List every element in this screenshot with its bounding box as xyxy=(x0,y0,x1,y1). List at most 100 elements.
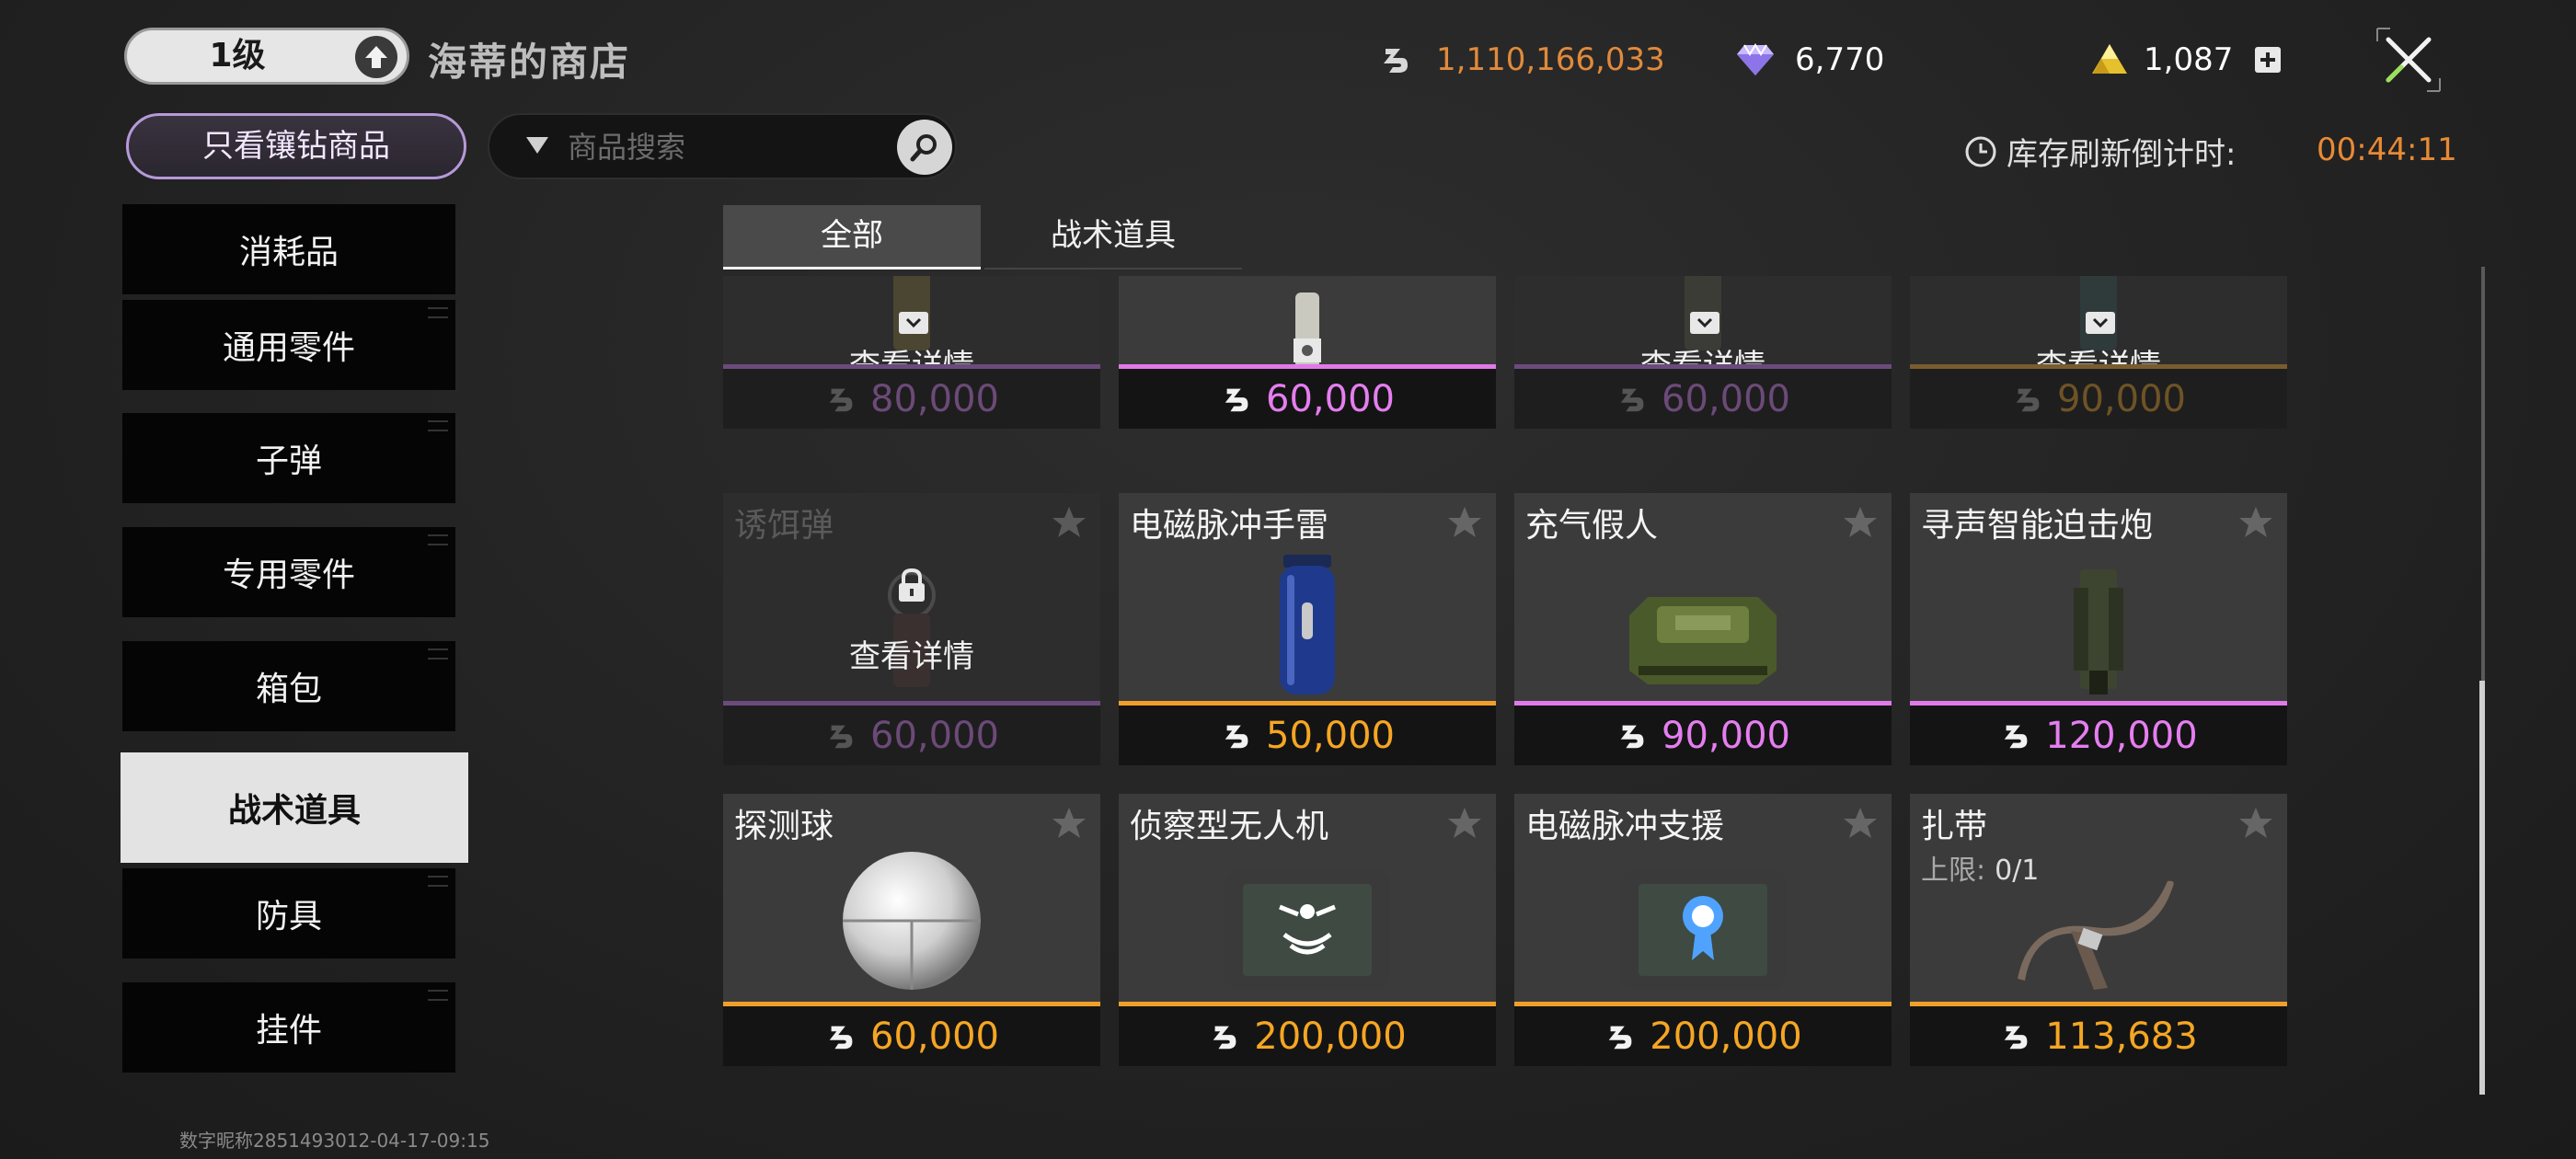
search-dropdown-icon[interactable] xyxy=(526,137,548,154)
view-details-label: 查看详情 xyxy=(849,638,974,675)
grip-icon xyxy=(428,420,448,431)
item-card[interactable]: 电磁脉冲支援 200,000 xyxy=(1514,794,1892,1066)
hafu-coin-icon xyxy=(1608,1026,1632,1049)
currency-hafu: 1,110,166,033 xyxy=(1375,39,1665,81)
item-price: 60,000 xyxy=(1662,377,1790,420)
item-name: 扎带 xyxy=(1921,808,1988,845)
price-row: 200,000 xyxy=(1514,1006,1892,1066)
item-image xyxy=(1119,849,1496,1011)
sidebar-item-label: 通用零件 xyxy=(222,329,355,367)
sidebar-item-label: 消耗品 xyxy=(238,234,339,271)
price-row: 50,000 xyxy=(1119,706,1496,765)
favorite-star-icon[interactable] xyxy=(1446,805,1483,845)
item-card[interactable]: 60,000 xyxy=(1119,276,1496,429)
grip-icon xyxy=(428,307,448,318)
watermark: 数字昵称2851493012-04-17-09:15 xyxy=(179,1130,490,1152)
item-image xyxy=(1514,557,1892,719)
item-name: 寻声智能迫击炮 xyxy=(1921,507,2154,545)
item-name: 充气假人 xyxy=(1525,507,1659,545)
hafu-coin-icon xyxy=(2016,388,2040,411)
price-row: 90,000 xyxy=(1910,369,2287,429)
close-button[interactable] xyxy=(2372,23,2445,97)
currency-triangle: 1,087 xyxy=(2088,39,2282,81)
item-price: 60,000 xyxy=(1266,377,1395,420)
sidebar-item-charms[interactable]: 挂件 xyxy=(122,982,455,1073)
item-card[interactable]: 充气假人 90,000 xyxy=(1514,493,1892,765)
item-card[interactable]: 查看详情 60,000 xyxy=(1514,276,1892,429)
sidebar-item-label: 箱包 xyxy=(255,671,322,708)
sidebar-item-bags[interactable]: 箱包 xyxy=(122,641,455,731)
hafu-coin-amount: 1,110,166,033 xyxy=(1436,41,1665,78)
favorite-star-icon[interactable] xyxy=(1842,504,1879,545)
refresh-time: 00:44:11 xyxy=(2317,132,2457,168)
hafu-coin-icon xyxy=(1225,388,1248,411)
item-image xyxy=(723,840,1100,1002)
sidebar-item-label: 子弹 xyxy=(255,442,322,480)
sidebar-item-special-parts[interactable]: 专用零件 xyxy=(122,527,455,617)
sidebar-item-armor[interactable]: 防具 xyxy=(122,868,455,958)
search-button[interactable] xyxy=(897,120,952,175)
only-diamond-filter-button[interactable]: 只看镶钻商品 xyxy=(126,113,466,179)
close-icon xyxy=(2376,28,2441,92)
sidebar-item-label: 挂件 xyxy=(255,1012,322,1050)
price-row: 120,000 xyxy=(1910,706,2287,765)
item-image xyxy=(1910,858,2287,1020)
item-price: 80,000 xyxy=(870,377,999,420)
hafu-coin-icon xyxy=(1620,388,1644,411)
price-row: 60,000 xyxy=(1119,369,1496,429)
price-row: 60,000 xyxy=(1514,369,1892,429)
item-card[interactable]: 探测球 60,000 xyxy=(723,794,1100,1066)
price-row: 60,000 xyxy=(723,706,1100,765)
item-card[interactable]: 电磁脉冲手雷 50,000 xyxy=(1119,493,1496,765)
tab-all[interactable]: 全部 xyxy=(723,205,981,270)
grip-icon xyxy=(428,648,448,660)
item-card[interactable]: 查看详情 80,000 xyxy=(723,276,1100,429)
price-row: 90,000 xyxy=(1514,706,1892,765)
price-row: 80,000 xyxy=(723,369,1100,429)
hafu-coin-icon xyxy=(1225,725,1248,748)
grip-icon xyxy=(428,876,448,887)
favorite-star-icon[interactable] xyxy=(1446,504,1483,545)
item-card[interactable]: 诱饵弹 查看详情 60,000 xyxy=(723,493,1100,765)
item-card[interactable]: 侦察型无人机 200,000 xyxy=(1119,794,1496,1066)
price-row: 200,000 xyxy=(1119,1006,1496,1066)
item-name: 侦察型无人机 xyxy=(1130,808,1329,845)
level-badge[interactable]: 1级 xyxy=(124,28,409,85)
sidebar-item-tactical[interactable]: 战术道具 xyxy=(121,752,468,863)
item-image xyxy=(1514,849,1892,1011)
scrollbar-thumb[interactable] xyxy=(2479,681,2485,1095)
search-box[interactable] xyxy=(488,113,957,179)
tab-tactical[interactable]: 战术道具 xyxy=(984,205,1242,270)
item-name: 电磁脉冲支援 xyxy=(1525,808,1725,845)
item-card[interactable]: 扎带 上限: 0/1 113,683 xyxy=(1910,794,2287,1066)
grip-icon xyxy=(428,990,448,1001)
shop-title: 海蒂的商店 xyxy=(428,40,631,85)
clock-icon xyxy=(1965,136,1996,166)
hafu-coin-icon xyxy=(2004,725,2028,748)
sidebar-item-ammo[interactable]: 子弹 xyxy=(122,413,455,503)
favorite-star-icon[interactable] xyxy=(1842,805,1879,845)
favorite-star-icon[interactable] xyxy=(2237,805,2274,845)
item-card[interactable]: 寻声智能迫击炮 120,000 xyxy=(1910,493,2287,765)
price-row: 113,683 xyxy=(1910,1006,2287,1066)
item-image xyxy=(1910,548,2287,710)
sidebar-item-general-parts[interactable]: 通用零件 xyxy=(122,300,455,390)
item-image xyxy=(1119,545,1496,706)
sidebar-item-label: 防具 xyxy=(255,898,322,935)
level-up-icon[interactable] xyxy=(355,36,397,78)
search-input[interactable] xyxy=(568,124,862,170)
currency-diamond: 6,770 xyxy=(1734,39,1884,81)
refresh-label: 库存刷新倒计时: xyxy=(2007,136,2237,173)
favorite-star-icon[interactable] xyxy=(2237,504,2274,545)
add-currency-icon[interactable] xyxy=(2255,47,2282,73)
search-icon xyxy=(910,134,937,162)
hafu-coin-icon xyxy=(2004,1026,2028,1049)
hafu-coin-icon xyxy=(1213,1026,1236,1049)
hafu-coin-icon xyxy=(829,725,853,748)
grip-icon xyxy=(428,534,448,545)
price-row: 60,000 xyxy=(723,1006,1100,1066)
item-price: 200,000 xyxy=(1254,1015,1407,1058)
item-card[interactable]: 查看详情 90,000 xyxy=(1910,276,2287,429)
sidebar-item-consumables[interactable]: 消耗品 xyxy=(122,204,455,294)
dropdown-marker-icon xyxy=(898,311,929,339)
